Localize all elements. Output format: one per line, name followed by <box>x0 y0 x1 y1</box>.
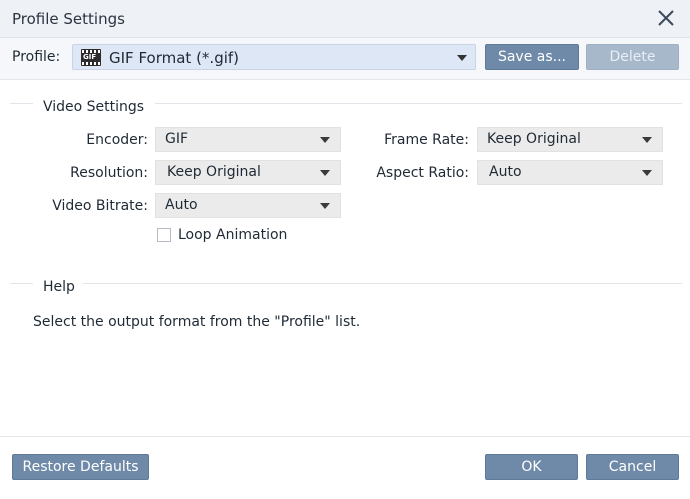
aspect-ratio-label: Aspect Ratio: <box>376 165 469 181</box>
video-settings-divider-right <box>155 103 682 104</box>
footer-divider <box>0 436 690 437</box>
title-bar: Profile Settings <box>0 0 690 38</box>
profile-value: GIF Format (*.gif) <box>109 49 240 67</box>
video-settings-title: Video Settings <box>43 99 145 115</box>
ok-button[interactable]: OK <box>485 454 578 480</box>
video-bitrate-label: Video Bitrate: <box>52 198 148 214</box>
encoder-select[interactable]: GIF <box>155 127 341 152</box>
gif-icon: GIF <box>81 49 101 66</box>
video-bitrate-select[interactable]: Auto <box>155 193 341 218</box>
resolution-select[interactable]: Keep Original <box>155 160 341 185</box>
chevron-down-icon <box>457 55 467 61</box>
aspect-ratio-value: Auto <box>489 164 522 180</box>
resolution-label: Resolution: <box>70 165 148 181</box>
loop-animation-checkbox[interactable] <box>157 228 171 242</box>
chevron-down-icon <box>320 203 330 209</box>
frame-rate-value: Keep Original <box>487 131 581 147</box>
restore-defaults-button[interactable]: Restore Defaults <box>12 454 149 480</box>
help-title: Help <box>43 279 75 295</box>
delete-button[interactable]: Delete <box>586 44 679 70</box>
gif-icon-text: GIF <box>83 53 97 61</box>
help-divider-right <box>83 283 682 284</box>
video-settings-divider-left <box>10 103 33 104</box>
frame-rate-label: Frame Rate: <box>384 132 469 148</box>
cancel-button[interactable]: Cancel <box>586 454 679 480</box>
close-icon[interactable] <box>656 8 676 28</box>
encoder-label: Encoder: <box>86 132 148 148</box>
video-bitrate-value: Auto <box>165 197 198 213</box>
chevron-down-icon <box>320 137 330 143</box>
window-title: Profile Settings <box>12 10 125 28</box>
help-divider-left <box>10 283 33 284</box>
frame-rate-select[interactable]: Keep Original <box>477 127 663 152</box>
encoder-value: GIF <box>165 131 189 147</box>
save-as-button[interactable]: Save as... <box>485 44 579 70</box>
profile-label: Profile: <box>12 49 61 65</box>
aspect-ratio-select[interactable]: Auto <box>477 160 663 185</box>
help-text: Select the output format from the "Profi… <box>33 314 361 330</box>
profile-row: Profile: GIF GIF Format (*.gif) Save as.… <box>0 38 690 80</box>
resolution-value: Keep Original <box>167 164 261 180</box>
chevron-down-icon <box>320 170 330 176</box>
profile-select[interactable]: GIF GIF Format (*.gif) <box>72 44 476 70</box>
chevron-down-icon <box>642 170 652 176</box>
loop-animation-label[interactable]: Loop Animation <box>178 227 287 243</box>
chevron-down-icon <box>642 137 652 143</box>
